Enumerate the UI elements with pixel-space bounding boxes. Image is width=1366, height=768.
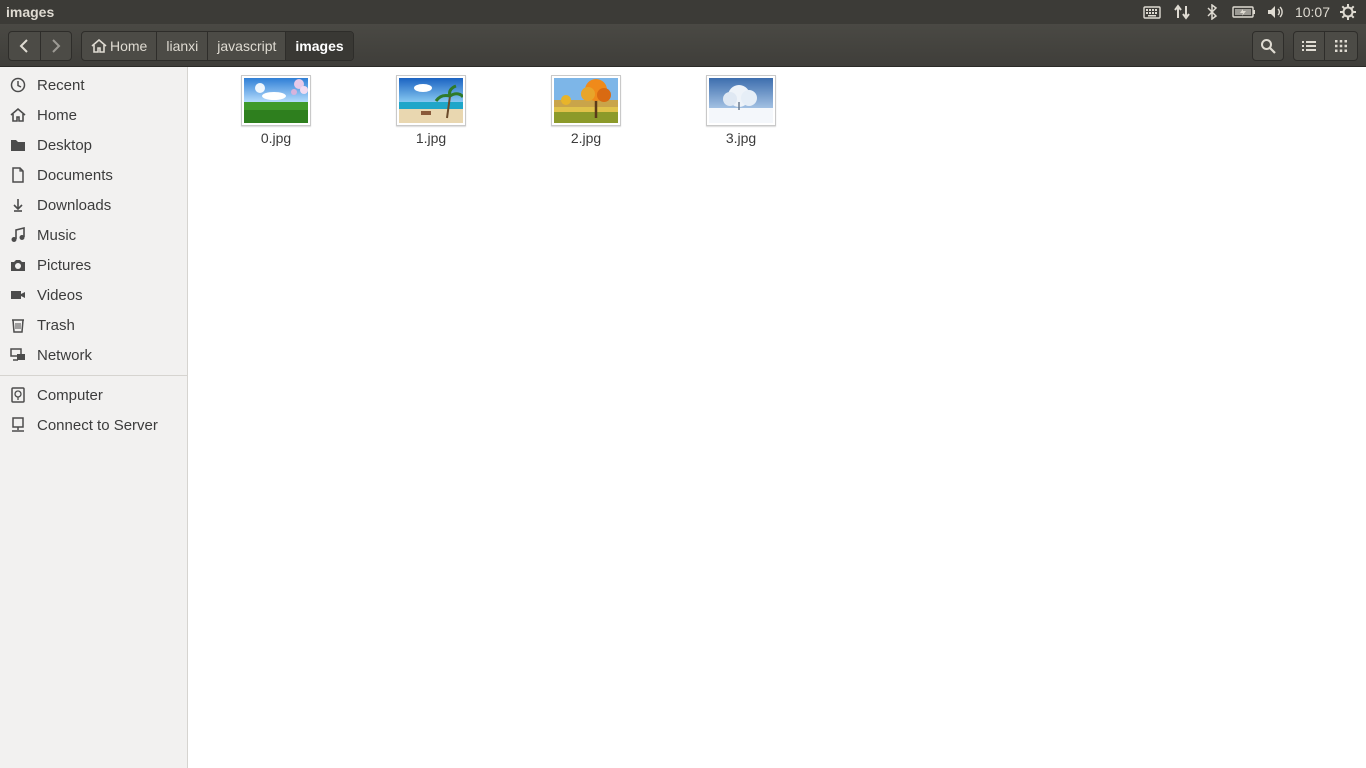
top-panel: images 10:07 [0, 0, 1366, 24]
trash-icon [10, 317, 26, 333]
breadcrumb-label: lianxi [166, 38, 199, 54]
list-view-button[interactable] [1293, 31, 1325, 61]
sidebar: Recent Home Desktop Documents Downloads … [0, 67, 188, 768]
chevron-right-icon [52, 39, 61, 53]
file-name: 1.jpg [415, 130, 447, 146]
computer-icon [10, 387, 26, 403]
sidebar-item-label: Connect to Server [37, 416, 158, 434]
sidebar-item-connect-to-server[interactable]: Connect to Server [0, 410, 187, 440]
sidebar-item-label: Home [37, 106, 78, 124]
search-button[interactable] [1252, 31, 1284, 61]
sidebar-item-desktop[interactable]: Desktop [0, 130, 187, 160]
file-item[interactable]: 2.jpg [531, 75, 641, 146]
volume-icon[interactable] [1261, 0, 1291, 24]
camera-icon [10, 257, 26, 273]
breadcrumb-lianxi[interactable]: lianxi [156, 32, 207, 60]
server-icon [10, 417, 26, 433]
chevron-left-icon [20, 39, 29, 53]
file-item[interactable]: 3.jpg [686, 75, 796, 146]
file-name: 0.jpg [260, 130, 292, 146]
forward-button[interactable] [39, 32, 71, 60]
clock[interactable]: 10:07 [1291, 4, 1336, 20]
file-view[interactable]: 0.jpg 1.jpg 2.jpg 3.jpg [191, 67, 1366, 768]
network-icon [10, 347, 26, 363]
breadcrumb-javascript[interactable]: javascript [207, 32, 285, 60]
file-item[interactable]: 0.jpg [221, 75, 331, 146]
file-name: 2.jpg [570, 130, 602, 146]
sidebar-item-network[interactable]: Network [0, 340, 187, 370]
breadcrumb-label: javascript [217, 38, 277, 54]
breadcrumb-label: Home [110, 38, 148, 54]
breadcrumb-home[interactable]: Home [82, 32, 156, 60]
search-icon [1261, 39, 1276, 54]
sidebar-item-label: Videos [37, 286, 83, 304]
sidebar-item-music[interactable]: Music [0, 220, 187, 250]
sidebar-item-recent[interactable]: Recent [0, 70, 187, 100]
file-name: 3.jpg [725, 130, 757, 146]
sidebar-item-label: Network [37, 346, 93, 364]
sidebar-item-label: Desktop [37, 136, 93, 154]
sidebar-item-documents[interactable]: Documents [0, 160, 187, 190]
thumbnail-meadow-image [241, 75, 311, 126]
folder-icon [10, 137, 26, 153]
grid-view-button[interactable] [1325, 31, 1358, 61]
sidebar-item-label: Documents [37, 166, 113, 184]
battery-icon[interactable] [1227, 0, 1261, 24]
music-icon [10, 227, 26, 243]
thumbnail-winter-image [706, 75, 776, 126]
sidebar-item-label: Music [37, 226, 77, 244]
sidebar-item-label: Recent [37, 76, 85, 94]
sidebar-divider [0, 375, 187, 376]
breadcrumb-label: images [295, 38, 344, 54]
sidebar-item-label: Downloads [37, 196, 112, 214]
sidebar-item-videos[interactable]: Videos [0, 280, 187, 310]
sidebar-item-computer[interactable]: Computer [0, 380, 187, 410]
network-transfer-icon[interactable] [1167, 0, 1197, 24]
grid-view-icon [1335, 40, 1347, 52]
keyboard-icon[interactable] [1137, 0, 1167, 24]
thumbnail-beach-image [396, 75, 466, 126]
document-icon [10, 167, 26, 183]
toolbar: Home lianxi javascript images [0, 24, 1366, 67]
video-icon [10, 287, 26, 303]
download-icon [10, 197, 26, 213]
breadcrumb: Home lianxi javascript images [81, 31, 354, 61]
sidebar-item-label: Pictures [37, 256, 92, 274]
back-button[interactable] [9, 32, 40, 60]
home-icon [10, 107, 26, 123]
sidebar-item-trash[interactable]: Trash [0, 310, 187, 340]
file-item[interactable]: 1.jpg [376, 75, 486, 146]
history-nav [8, 31, 72, 61]
gear-icon[interactable] [1336, 0, 1360, 24]
sidebar-item-home[interactable]: Home [0, 100, 187, 130]
window-title: images [6, 4, 55, 20]
sidebar-item-label: Trash [37, 316, 75, 334]
sidebar-item-pictures[interactable]: Pictures [0, 250, 187, 280]
sidebar-item-downloads[interactable]: Downloads [0, 190, 187, 220]
sidebar-item-label: Computer [37, 386, 103, 404]
breadcrumb-images[interactable]: images [285, 32, 353, 60]
list-view-icon [1302, 41, 1316, 51]
thumbnail-autumn-image [551, 75, 621, 126]
bluetooth-icon[interactable] [1197, 0, 1227, 24]
home-icon [91, 39, 107, 53]
clock-icon [10, 77, 26, 93]
indicator-area: 10:07 [1137, 0, 1360, 24]
